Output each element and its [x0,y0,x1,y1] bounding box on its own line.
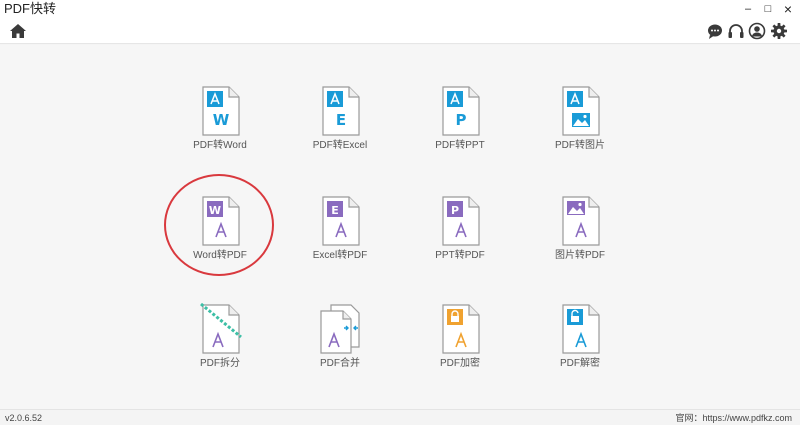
image-to-pdf-icon [562,196,600,246]
svg-text:E: E [331,204,339,217]
tool-pdf-to-word[interactable]: W PDF转Word [165,85,275,163]
home-icon[interactable] [9,22,27,40]
chat-icon[interactable] [706,22,724,40]
tool-ppt-to-pdf[interactable]: P PPT转PDF [405,195,515,273]
ppt-to-pdf-icon: P [442,196,480,246]
tool-label: PPT转PDF [435,250,485,261]
user-icon[interactable] [748,22,766,40]
tool-pdf-split[interactable]: PDF拆分 [165,303,275,381]
tool-label: PDF转Excel [312,140,368,151]
pdf-to-word-icon: W [202,86,240,136]
tool-label: PDF转PPT [435,140,485,151]
tool-label: PDF转图片 [555,140,605,151]
lock-icon [442,304,480,354]
svg-text:P: P [456,111,467,129]
tool-label: 图片转PDF [555,250,605,261]
tool-pdf-merge[interactable]: PDF合并 [285,303,395,381]
window-title: PDF快转 [4,1,57,16]
merge-icon [320,304,360,354]
tool-label: PDF合并 [320,358,360,369]
excel-to-pdf-icon: E [322,196,360,246]
unlock-icon [562,304,600,354]
headset-icon[interactable] [727,22,745,40]
app-window: PDF快转 – □ × W PDF转Word E PDF转Excel P PDF… [0,0,800,425]
pdf-to-ppt-icon: P [442,86,480,136]
highlight-circle [164,174,274,276]
gear-icon[interactable] [770,22,788,40]
split-icon [200,303,242,354]
tool-pdf-to-image[interactable]: PDF转图片 [525,85,635,163]
maximize-button[interactable]: □ [760,1,776,17]
website-link[interactable]: 官网：https://www.pdfkz.com [675,412,792,424]
status-bar: v2.0.6.52 官网：https://www.pdfkz.com [0,409,800,425]
toolbar [0,18,800,44]
tool-label: Excel转PDF [312,250,368,261]
tool-grid: W PDF转Word E PDF转Excel P PDF转PPT PDF转图片 … [0,45,800,409]
tool-pdf-to-ppt[interactable]: P PDF转PPT [405,85,515,163]
tool-pdf-encrypt[interactable]: PDF加密 [405,303,515,381]
tool-excel-to-pdf[interactable]: E Excel转PDF [285,195,395,273]
tool-pdf-decrypt[interactable]: PDF解密 [525,303,635,381]
pdf-to-excel-icon: E [322,86,360,136]
tool-label: PDF拆分 [200,358,240,369]
tool-label: PDF加密 [440,358,480,369]
title-bar: PDF快转 – □ × [0,0,800,18]
tool-pdf-to-excel[interactable]: E PDF转Excel [285,85,395,163]
tool-label: PDF转Word [193,140,247,151]
svg-text:P: P [451,204,459,217]
minimize-button[interactable]: – [740,1,756,17]
tool-image-to-pdf[interactable]: 图片转PDF [525,195,635,273]
tool-label: PDF解密 [560,358,600,369]
svg-text:W: W [213,111,230,129]
version-text: v2.0.6.52 [5,413,43,423]
close-button[interactable]: × [780,1,796,17]
svg-text:E: E [336,111,346,129]
pdf-to-image-icon [562,86,600,136]
